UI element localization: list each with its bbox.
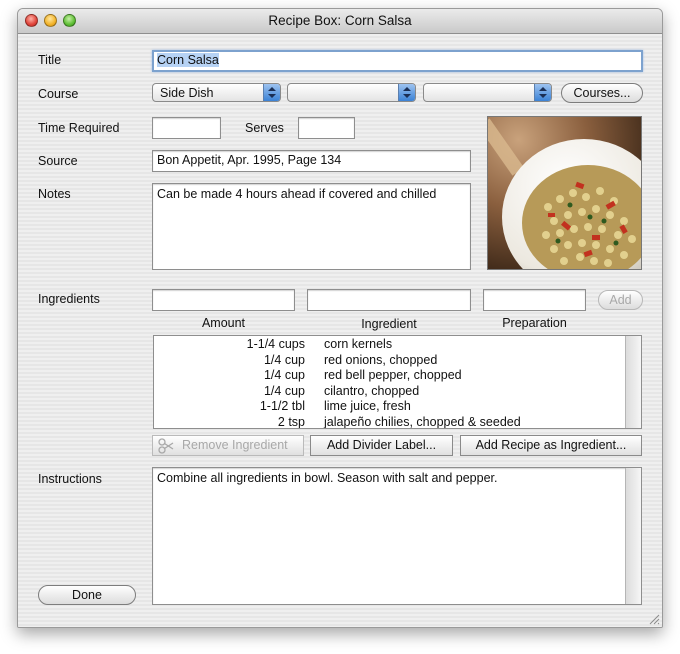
list-item[interactable]: 1/4 cup cilantro, chopped xyxy=(154,384,626,400)
ingredients-label: Ingredients xyxy=(38,292,100,306)
instructions-label: Instructions xyxy=(38,472,102,486)
instructions-field[interactable]: Combine all ingredients in bowl. Season … xyxy=(152,467,642,605)
course-popup-1[interactable]: Side Dish xyxy=(152,83,281,102)
ingredient-name: red onions, chopped xyxy=(324,352,438,367)
ingredient-name: lime juice, fresh xyxy=(324,399,411,413)
ingredient-name: jalapeño chilies, chopped & seeded xyxy=(324,414,521,429)
ingredient-amount: 2 tsp xyxy=(277,414,305,429)
remove-ingredient-button[interactable]: Remove Ingredient xyxy=(152,435,304,456)
instructions-scrollbar[interactable] xyxy=(625,468,641,604)
title-field-value: Corn Salsa xyxy=(157,53,219,67)
source-field[interactable]: Bon Appetit, Apr. 1995, Page 134 xyxy=(152,150,471,172)
recipe-window: Recipe Box: Corn Salsa Title Corn Salsa … xyxy=(17,8,663,628)
course-popup-1-value: Side Dish xyxy=(160,86,214,100)
popup-arrows-icon xyxy=(263,84,280,101)
popup-arrows-icon xyxy=(398,84,415,101)
ingredient-amount: 1/4 cup xyxy=(263,383,305,398)
ingredient-amount: 1/4 cup xyxy=(263,352,305,367)
corn-salsa-photo-icon xyxy=(488,117,641,269)
ingredient-amount: 1/4 cup xyxy=(263,368,305,382)
preparation-column-header: Preparation xyxy=(502,316,567,330)
list-item[interactable]: 1-1/2 tbl lime juice, fresh xyxy=(154,399,626,415)
serves-label: Serves xyxy=(245,121,284,135)
scissors-icon xyxy=(157,437,175,461)
list-item[interactable]: 1/4 cup red onions, chopped xyxy=(154,353,626,369)
course-popup-3[interactable] xyxy=(423,83,552,102)
course-popup-2[interactable] xyxy=(287,83,416,102)
title-bar[interactable]: Recipe Box: Corn Salsa xyxy=(18,9,662,34)
ingredient-name: corn kernels xyxy=(324,337,393,351)
add-ingredient-button[interactable]: Add xyxy=(598,290,643,310)
preparation-field[interactable] xyxy=(483,289,586,311)
add-recipe-as-ingredient-button[interactable]: Add Recipe as Ingredient... xyxy=(460,435,642,456)
window-content: Title Corn Salsa Course Side Dish Course… xyxy=(18,34,662,627)
resize-grip-icon[interactable] xyxy=(648,613,660,625)
title-label: Title xyxy=(38,53,62,67)
ingredient-amount: 1-1/4 cups xyxy=(246,337,305,351)
instructions-text: Combine all ingredients in bowl. Season … xyxy=(157,471,498,485)
course-label: Course xyxy=(38,87,79,101)
ingredient-name: red bell pepper, chopped xyxy=(324,368,462,382)
ingredients-list[interactable]: 1-1/4 cups corn kernels 1/4 cup red onio… xyxy=(153,335,642,429)
title-field[interactable]: Corn Salsa xyxy=(152,50,643,72)
add-divider-label-button[interactable]: Add Divider Label... xyxy=(310,435,453,456)
time-required-label: Time Required xyxy=(38,121,120,135)
ingredient-name: cilantro, chopped xyxy=(324,383,420,398)
remove-ingredient-label: Remove Ingredient xyxy=(182,438,288,452)
amount-field[interactable] xyxy=(152,289,295,311)
popup-arrows-icon xyxy=(534,84,551,101)
notes-field[interactable]: Can be made 4 hours ahead if covered and… xyxy=(152,183,471,270)
ingredient-column-header: Ingredient xyxy=(361,317,417,331)
list-item[interactable]: 2 tsp jalapeño chilies, chopped & seeded xyxy=(154,414,626,429)
list-item[interactable]: 1-1/4 cups corn kernels xyxy=(154,337,626,353)
list-item[interactable]: 1/4 cup red bell pepper, chopped xyxy=(154,368,626,384)
serves-field[interactable] xyxy=(298,117,355,139)
ingredient-amount: 1-1/2 tbl xyxy=(259,399,305,413)
ingredient-field[interactable] xyxy=(307,289,471,311)
recipe-photo[interactable] xyxy=(487,116,642,270)
time-required-field[interactable] xyxy=(152,117,221,139)
amount-column-header: Amount xyxy=(201,316,246,330)
window-title: Recipe Box: Corn Salsa xyxy=(268,13,412,28)
done-button[interactable]: Done xyxy=(38,585,136,605)
ingredients-scrollbar[interactable] xyxy=(625,336,641,428)
source-label: Source xyxy=(38,154,78,168)
courses-button[interactable]: Courses... xyxy=(561,83,643,103)
notes-label: Notes xyxy=(38,187,71,201)
